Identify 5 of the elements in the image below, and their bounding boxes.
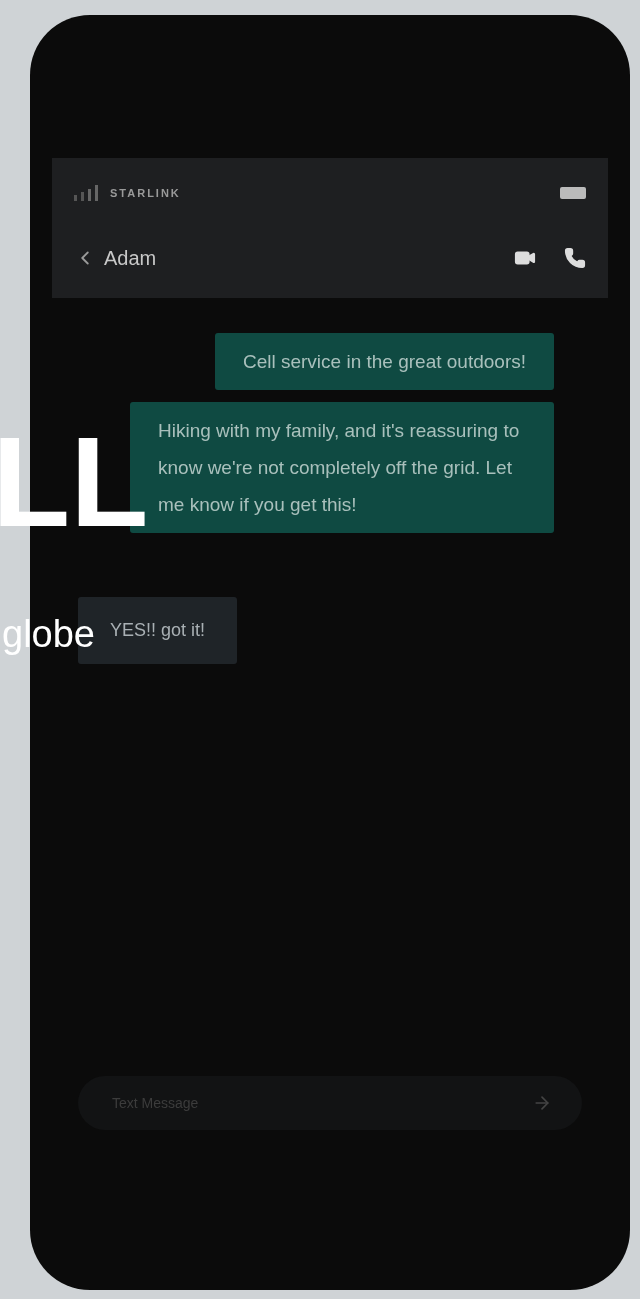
phone-call-icon[interactable] xyxy=(564,247,586,269)
carrier-name: STARLINK xyxy=(110,185,181,201)
contact-name: Adam xyxy=(104,246,157,271)
sent-message-bubble: Cell service in the great outdoors! xyxy=(214,333,554,390)
battery-icon xyxy=(560,187,586,199)
